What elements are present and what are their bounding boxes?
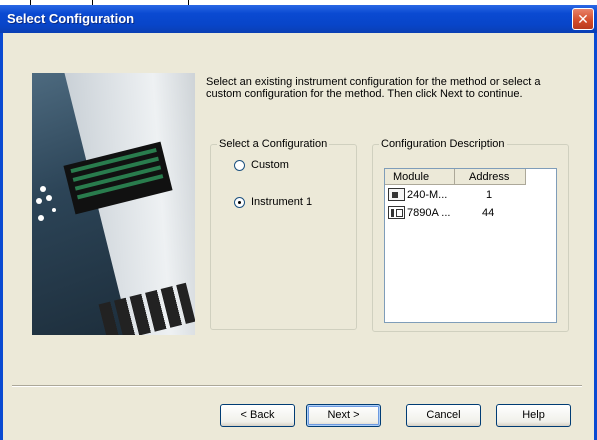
window-title: Select Configuration: [7, 11, 135, 26]
radio-instrument-1[interactable]: Instrument 1: [234, 196, 312, 208]
logo-dot: [36, 198, 42, 204]
logo-dot: [52, 208, 56, 212]
radio-custom-button[interactable]: [234, 159, 245, 171]
back-button[interactable]: < Back: [220, 404, 295, 427]
radio-instrument-1-button[interactable]: [234, 196, 245, 208]
logo-dot: [46, 195, 52, 201]
radio-custom-label: Custom: [251, 159, 289, 171]
logo-dot: [38, 215, 44, 221]
autosampler-icon: [388, 188, 405, 201]
config-group-label: Select a Configuration: [217, 138, 330, 150]
list-item[interactable]: 7890A ... 44: [387, 205, 555, 221]
radio-instrument-1-label: Instrument 1: [251, 196, 313, 208]
gc-icon: [388, 206, 405, 219]
list-item[interactable]: 240-M... 1: [387, 187, 555, 203]
module-list-header: Module Address: [385, 169, 556, 185]
list-item-module: 7890A ...: [407, 207, 451, 219]
list-item-module: 240-M...: [407, 189, 448, 201]
logo-dot: [40, 186, 46, 192]
instructions-text: Select an existing instrument configurat…: [206, 76, 541, 100]
column-header-module[interactable]: Module: [385, 169, 455, 185]
module-list[interactable]: Module Address 240-M... 1 7890A ... 44: [384, 168, 557, 323]
next-button[interactable]: Next >: [306, 404, 381, 427]
button-separator: [12, 385, 582, 387]
config-groupbox: Select a Configuration: [210, 138, 357, 330]
instrument-image: [32, 73, 195, 335]
close-button[interactable]: ✕: [572, 8, 594, 30]
help-button[interactable]: Help: [496, 404, 571, 427]
radio-custom[interactable]: Custom: [234, 159, 289, 171]
column-header-address[interactable]: Address: [455, 169, 526, 185]
close-icon: ✕: [577, 11, 589, 27]
cancel-button[interactable]: Cancel: [406, 404, 481, 427]
description-group-label: Configuration Description: [379, 138, 507, 150]
list-item-address: 1: [486, 189, 493, 201]
list-item-address: 44: [482, 207, 495, 219]
title-bar[interactable]: Select Configuration: [0, 5, 597, 33]
